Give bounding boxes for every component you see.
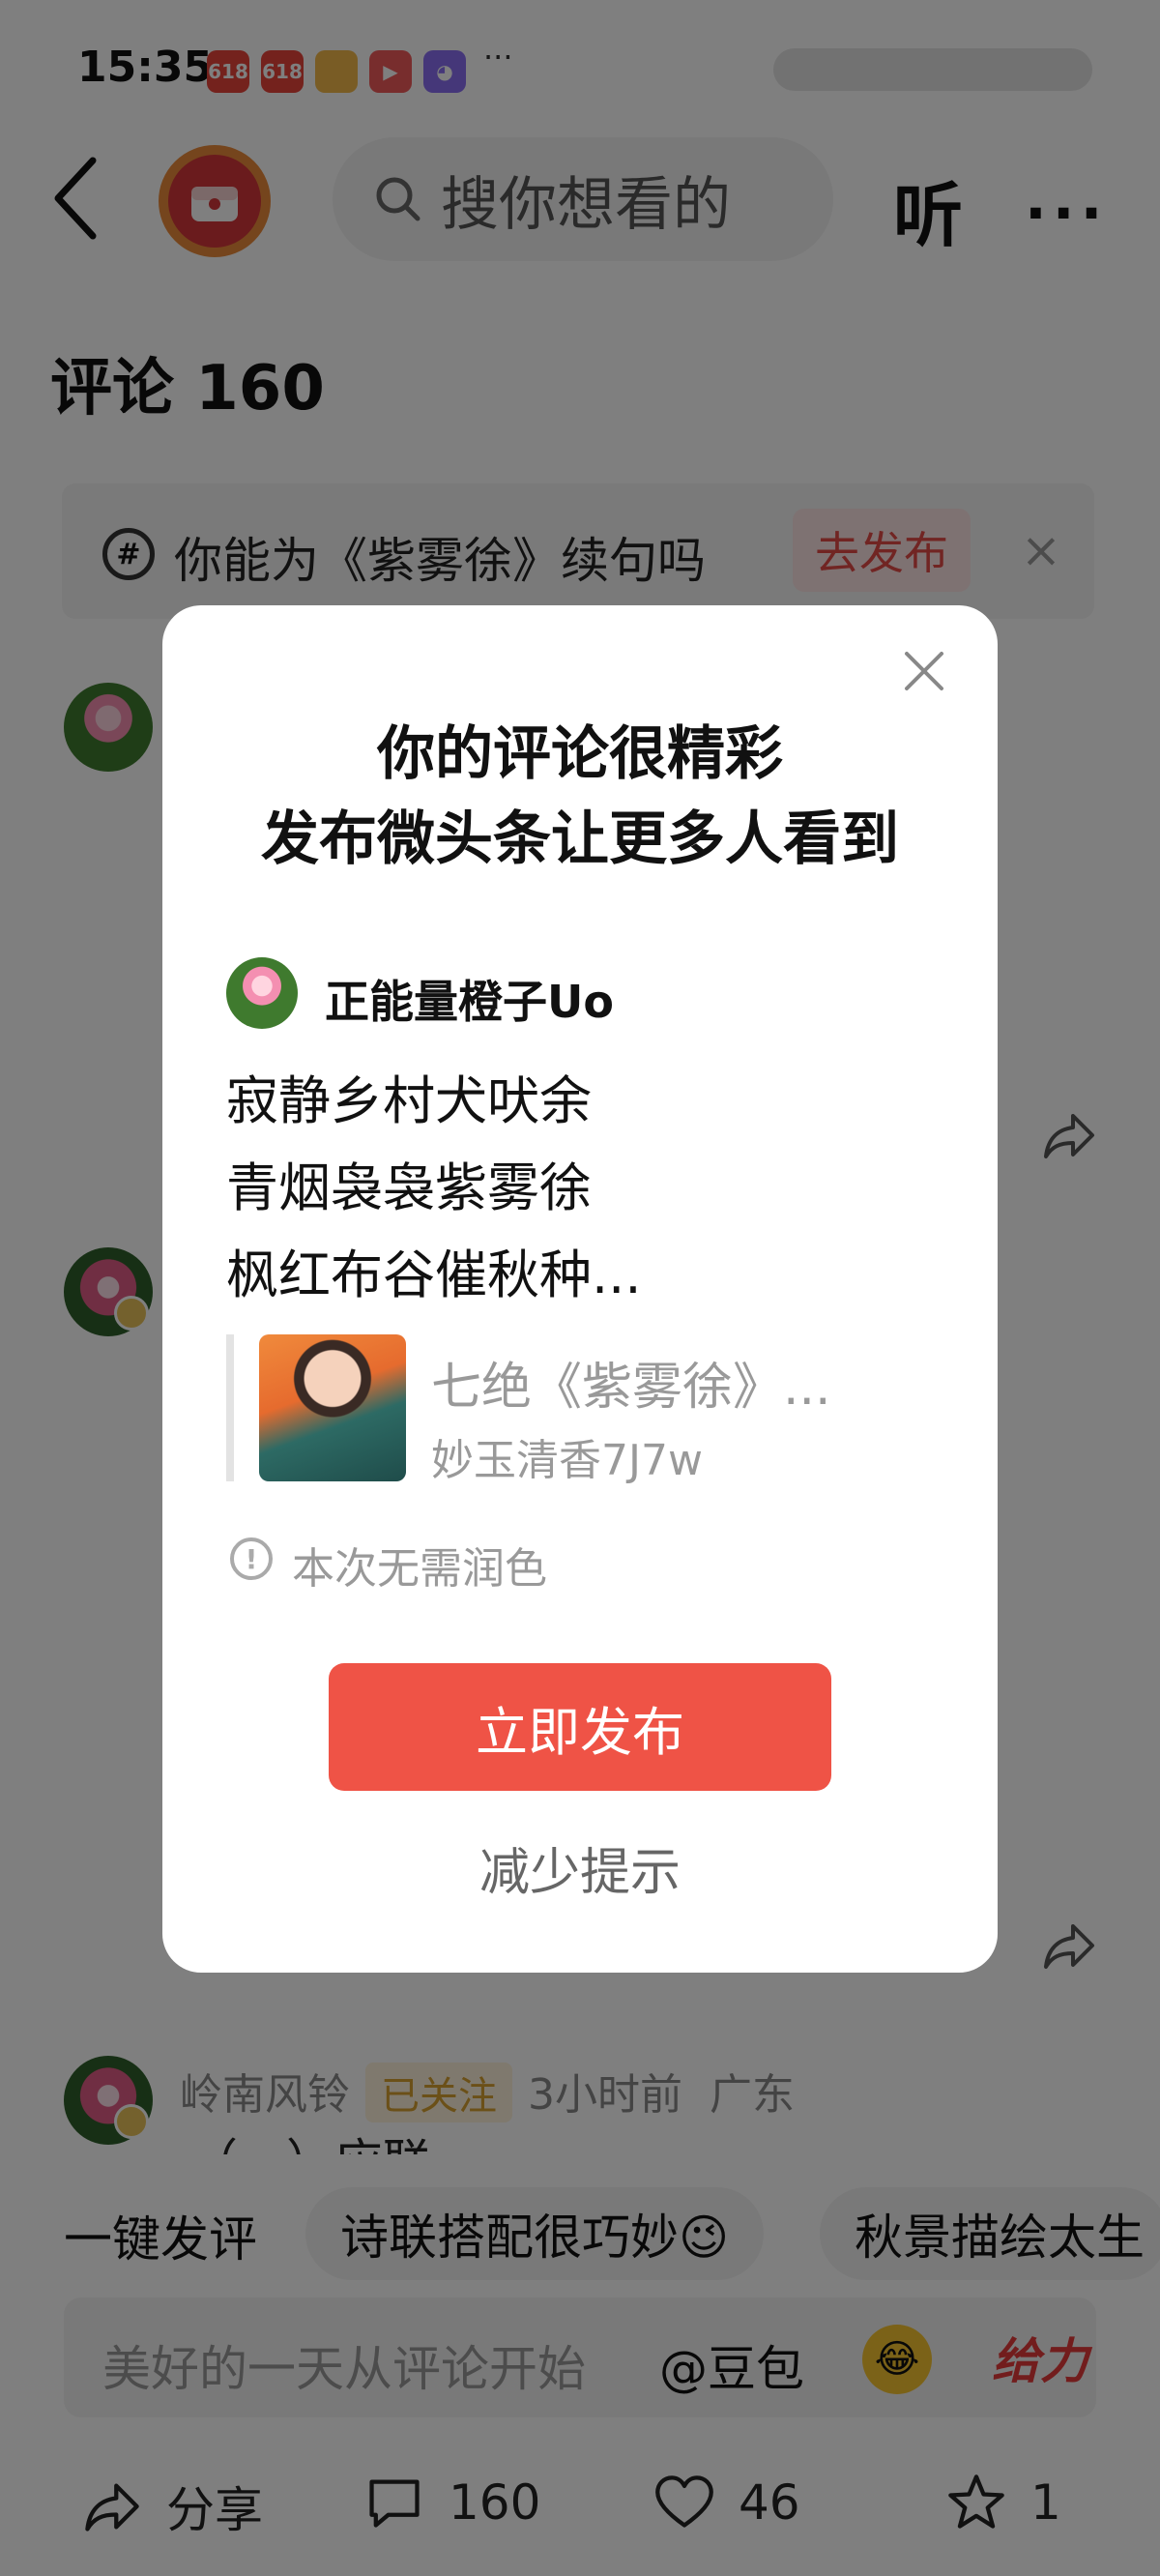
modal-title-line2: 发布微头条让更多人看到 bbox=[261, 805, 899, 873]
quote-title: 七绝《紫雾徐》... bbox=[431, 1359, 831, 1417]
publish-now-button[interactable]: 立即发布 bbox=[329, 1663, 831, 1791]
quote-thumbnail bbox=[259, 1334, 406, 1481]
avatar bbox=[226, 957, 298, 1029]
quote-author: 妙玉清香7J7w bbox=[431, 1436, 703, 1485]
modal-title: 你的评论很精彩 发布微头条让更多人看到 bbox=[162, 712, 998, 882]
close-icon[interactable] bbox=[899, 646, 949, 696]
notice-text: 本次无需润色 bbox=[292, 1544, 547, 1594]
modal-username: 正能量橙子Uo bbox=[325, 976, 614, 1028]
info-icon: ! bbox=[230, 1537, 273, 1580]
reduce-hints-button[interactable]: 减少提示 bbox=[162, 1831, 998, 1904]
quote-divider bbox=[226, 1334, 234, 1481]
modal-title-line1: 你的评论很精彩 bbox=[377, 720, 783, 788]
status-dim-overlay bbox=[0, 0, 1160, 116]
poem-line: 青烟袅袅紫雾徐 bbox=[226, 1157, 592, 1218]
poem-line: 枫红布谷催秋种... bbox=[226, 1244, 642, 1305]
poem-line: 寂静乡村犬吠余 bbox=[226, 1070, 592, 1131]
